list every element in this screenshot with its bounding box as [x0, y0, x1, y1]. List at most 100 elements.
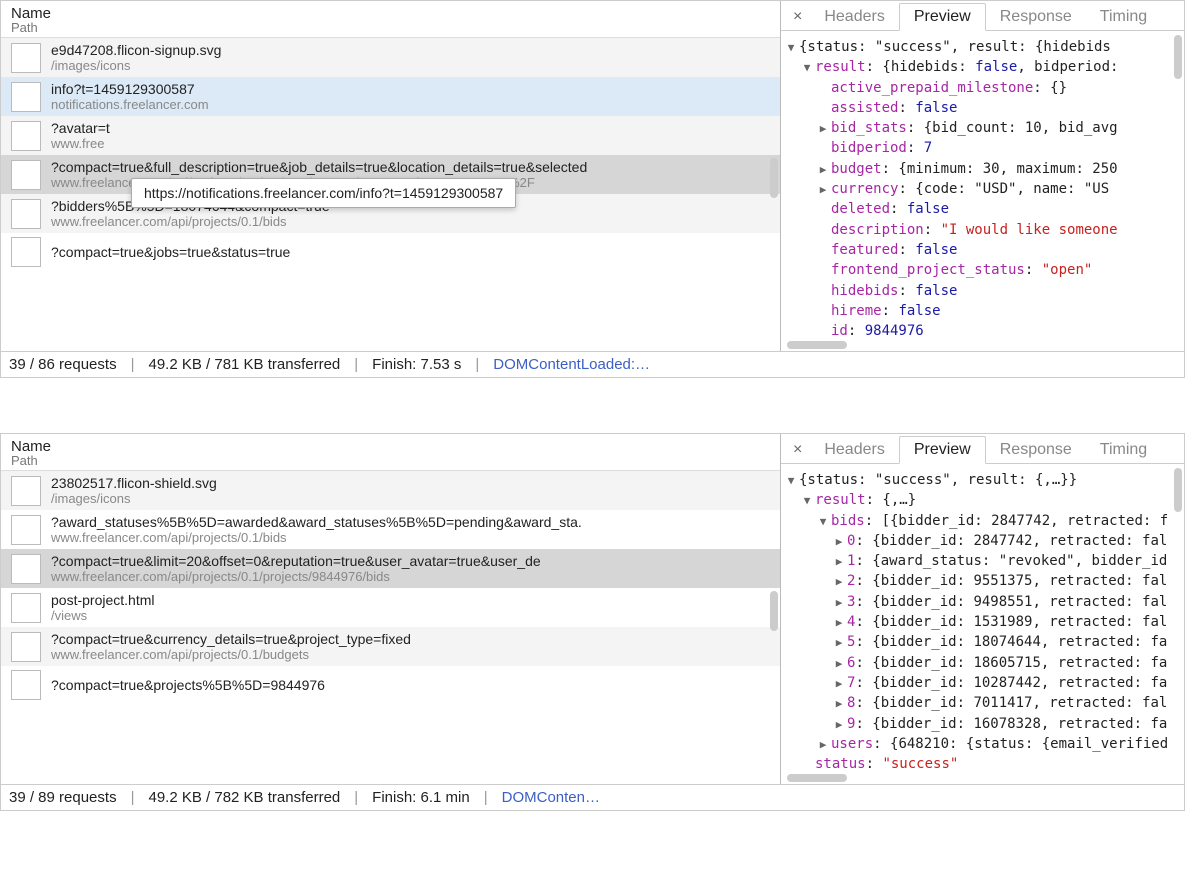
json-content: 1: {award_status: "revoked", bidder_id: [847, 551, 1167, 571]
json-line[interactable]: 8: {bidder_id: 7011417, retracted: fal: [785, 693, 1176, 713]
request-row[interactable]: ?compact=true&currency_details=true&proj…: [1, 627, 780, 666]
tab-headers[interactable]: Headers: [810, 437, 898, 463]
json-preview-root[interactable]: {status: "success", result: {,…}}: [785, 470, 1176, 490]
request-name: ?compact=true&jobs=true&status=true: [51, 244, 290, 260]
close-icon[interactable]: ×: [785, 4, 810, 30]
json-content: description: "I would like someone: [831, 220, 1118, 240]
json-line[interactable]: hireme: false: [785, 301, 1176, 321]
json-line[interactable]: currency: {code: "USD", name: "US: [785, 179, 1176, 199]
request-row[interactable]: ?avatar=twww.free: [1, 116, 780, 155]
json-line[interactable]: frontend_project_status: "open": [785, 260, 1176, 280]
chevron-right-icon[interactable]: [833, 696, 845, 712]
request-thumbnail: [11, 593, 41, 623]
chevron-right-icon[interactable]: [833, 656, 845, 672]
network-column-header[interactable]: NamePath: [1, 1, 780, 38]
request-path: notifications.freelancer.com: [51, 97, 209, 112]
chevron-right-icon[interactable]: [833, 574, 845, 590]
json-preview[interactable]: {status: "success", result: {,…}}result:…: [781, 464, 1184, 780]
json-line[interactable]: 2: {bidder_id: 9551375, retracted: fal: [785, 571, 1176, 591]
tab-response[interactable]: Response: [986, 437, 1086, 463]
tab-preview[interactable]: Preview: [899, 3, 986, 31]
request-thumbnail: [11, 670, 41, 700]
json-preview-root[interactable]: {status: "success", result: {hidebids: [785, 37, 1176, 57]
chevron-down-icon[interactable]: [801, 493, 813, 509]
chevron-right-icon[interactable]: [833, 717, 845, 733]
pane-body: NamePathe9d47208.flicon-signup.svg/image…: [1, 1, 1184, 351]
detail-tab-bar: ×HeadersPreviewResponseTiming: [781, 1, 1184, 31]
json-line[interactable]: bid_stats: {bid_count: 10, bid_avg: [785, 118, 1176, 138]
request-row[interactable]: ?compact=true&projects%5B%5D=9844976: [1, 666, 780, 704]
json-line[interactable]: 5: {bidder_id: 18074644, retracted: fa: [785, 632, 1176, 652]
request-path: www.freelancer.com/api/projects/0.1/budg…: [51, 647, 411, 662]
request-row[interactable]: ?compact=true&jobs=true&status=true: [1, 233, 780, 271]
json-line[interactable]: 3: {bidder_id: 9498551, retracted: fal: [785, 592, 1176, 612]
request-row[interactable]: 23802517.flicon-shield.svg/images/icons: [1, 471, 780, 510]
chevron-right-icon[interactable]: [833, 554, 845, 570]
json-content: budget: {minimum: 30, maximum: 250: [831, 159, 1118, 179]
chevron-right-icon[interactable]: [833, 595, 845, 611]
request-list: e9d47208.flicon-signup.svg/images/iconsi…: [1, 38, 780, 351]
json-line[interactable]: featured: false: [785, 240, 1176, 260]
json-line[interactable]: result: {hidebids: false, bidperiod:: [785, 57, 1176, 77]
json-line[interactable]: 7: {bidder_id: 10287442, retracted: fa: [785, 673, 1176, 693]
json-line[interactable]: 6: {bidder_id: 18605715, retracted: fa: [785, 653, 1176, 673]
request-row[interactable]: ?award_statuses%5B%5D=awarded&award_stat…: [1, 510, 780, 549]
request-thumbnail: [11, 476, 41, 506]
chevron-right-icon[interactable]: [833, 676, 845, 692]
request-thumbnail: [11, 121, 41, 151]
request-row[interactable]: ?compact=true&limit=20&offset=0&reputati…: [1, 549, 780, 588]
request-list: 23802517.flicon-shield.svg/images/icons?…: [1, 471, 780, 784]
chevron-right-icon[interactable]: [833, 635, 845, 651]
scrollbar-vertical[interactable]: [770, 591, 778, 631]
request-name: ?compact=true&full_description=true&job_…: [51, 159, 587, 175]
json-line[interactable]: budget: {minimum: 30, maximum: 250: [785, 159, 1176, 179]
chevron-down-icon[interactable]: [785, 40, 797, 56]
tab-response[interactable]: Response: [986, 4, 1086, 30]
status-transferred: 49.2 KB / 781 KB transferred: [148, 356, 340, 373]
chevron-right-icon[interactable]: [817, 737, 829, 753]
json-line[interactable]: description: "I would like someone: [785, 220, 1176, 240]
chevron-right-icon[interactable]: [817, 182, 829, 198]
chevron-right-icon[interactable]: [833, 615, 845, 631]
tab-timing[interactable]: Timing: [1086, 4, 1161, 30]
json-line[interactable]: result: {,…}: [785, 490, 1176, 510]
json-content: hidebids: false: [831, 281, 957, 301]
json-line[interactable]: status: "success": [785, 754, 1176, 774]
network-column-header[interactable]: NamePath: [1, 434, 780, 471]
chevron-right-icon[interactable]: [833, 534, 845, 550]
scrollbar-vertical[interactable]: [1174, 35, 1182, 79]
request-name: ?award_statuses%5B%5D=awarded&award_stat…: [51, 514, 582, 530]
scrollbar-horizontal[interactable]: [787, 341, 847, 349]
tab-headers[interactable]: Headers: [810, 4, 898, 30]
json-line[interactable]: users: {648210: {status: {email_verified: [785, 734, 1176, 754]
json-line[interactable]: 0: {bidder_id: 2847742, retracted: fal: [785, 531, 1176, 551]
json-line[interactable]: bids: [{bidder_id: 2847742, retracted: f: [785, 511, 1176, 531]
request-path: www.freelancer.com/api/projects/0.1/proj…: [51, 569, 541, 584]
column-header-path: Path: [11, 20, 770, 35]
devtools-pane: NamePathe9d47208.flicon-signup.svg/image…: [0, 0, 1185, 378]
json-line[interactable]: 4: {bidder_id: 1531989, retracted: fal: [785, 612, 1176, 632]
scrollbar-horizontal[interactable]: [787, 774, 847, 782]
json-line[interactable]: id: 9844976: [785, 321, 1176, 341]
json-line[interactable]: 1: {award_status: "revoked", bidder_id: [785, 551, 1176, 571]
chevron-right-icon[interactable]: [817, 121, 829, 137]
request-row[interactable]: info?t=1459129300587notifications.freela…: [1, 77, 780, 116]
close-icon[interactable]: ×: [785, 437, 810, 463]
tab-timing[interactable]: Timing: [1086, 437, 1161, 463]
json-line[interactable]: deleted: false: [785, 199, 1176, 219]
json-preview[interactable]: {status: "success", result: {hidebidsres…: [781, 31, 1184, 347]
tab-preview[interactable]: Preview: [899, 436, 986, 464]
scrollbar-vertical[interactable]: [1174, 468, 1182, 512]
chevron-down-icon[interactable]: [785, 473, 797, 489]
scrollbar-vertical[interactable]: [770, 158, 778, 198]
request-row[interactable]: post-project.html/views: [1, 588, 780, 627]
json-line[interactable]: assisted: false: [785, 98, 1176, 118]
json-line[interactable]: 9: {bidder_id: 16078328, retracted: fa: [785, 714, 1176, 734]
chevron-down-icon[interactable]: [801, 60, 813, 76]
json-line[interactable]: hidebids: false: [785, 281, 1176, 301]
chevron-right-icon[interactable]: [817, 162, 829, 178]
chevron-down-icon[interactable]: [817, 514, 829, 530]
json-line[interactable]: bidperiod: 7: [785, 138, 1176, 158]
request-row[interactable]: e9d47208.flicon-signup.svg/images/icons: [1, 38, 780, 77]
json-line[interactable]: active_prepaid_milestone: {}: [785, 78, 1176, 98]
